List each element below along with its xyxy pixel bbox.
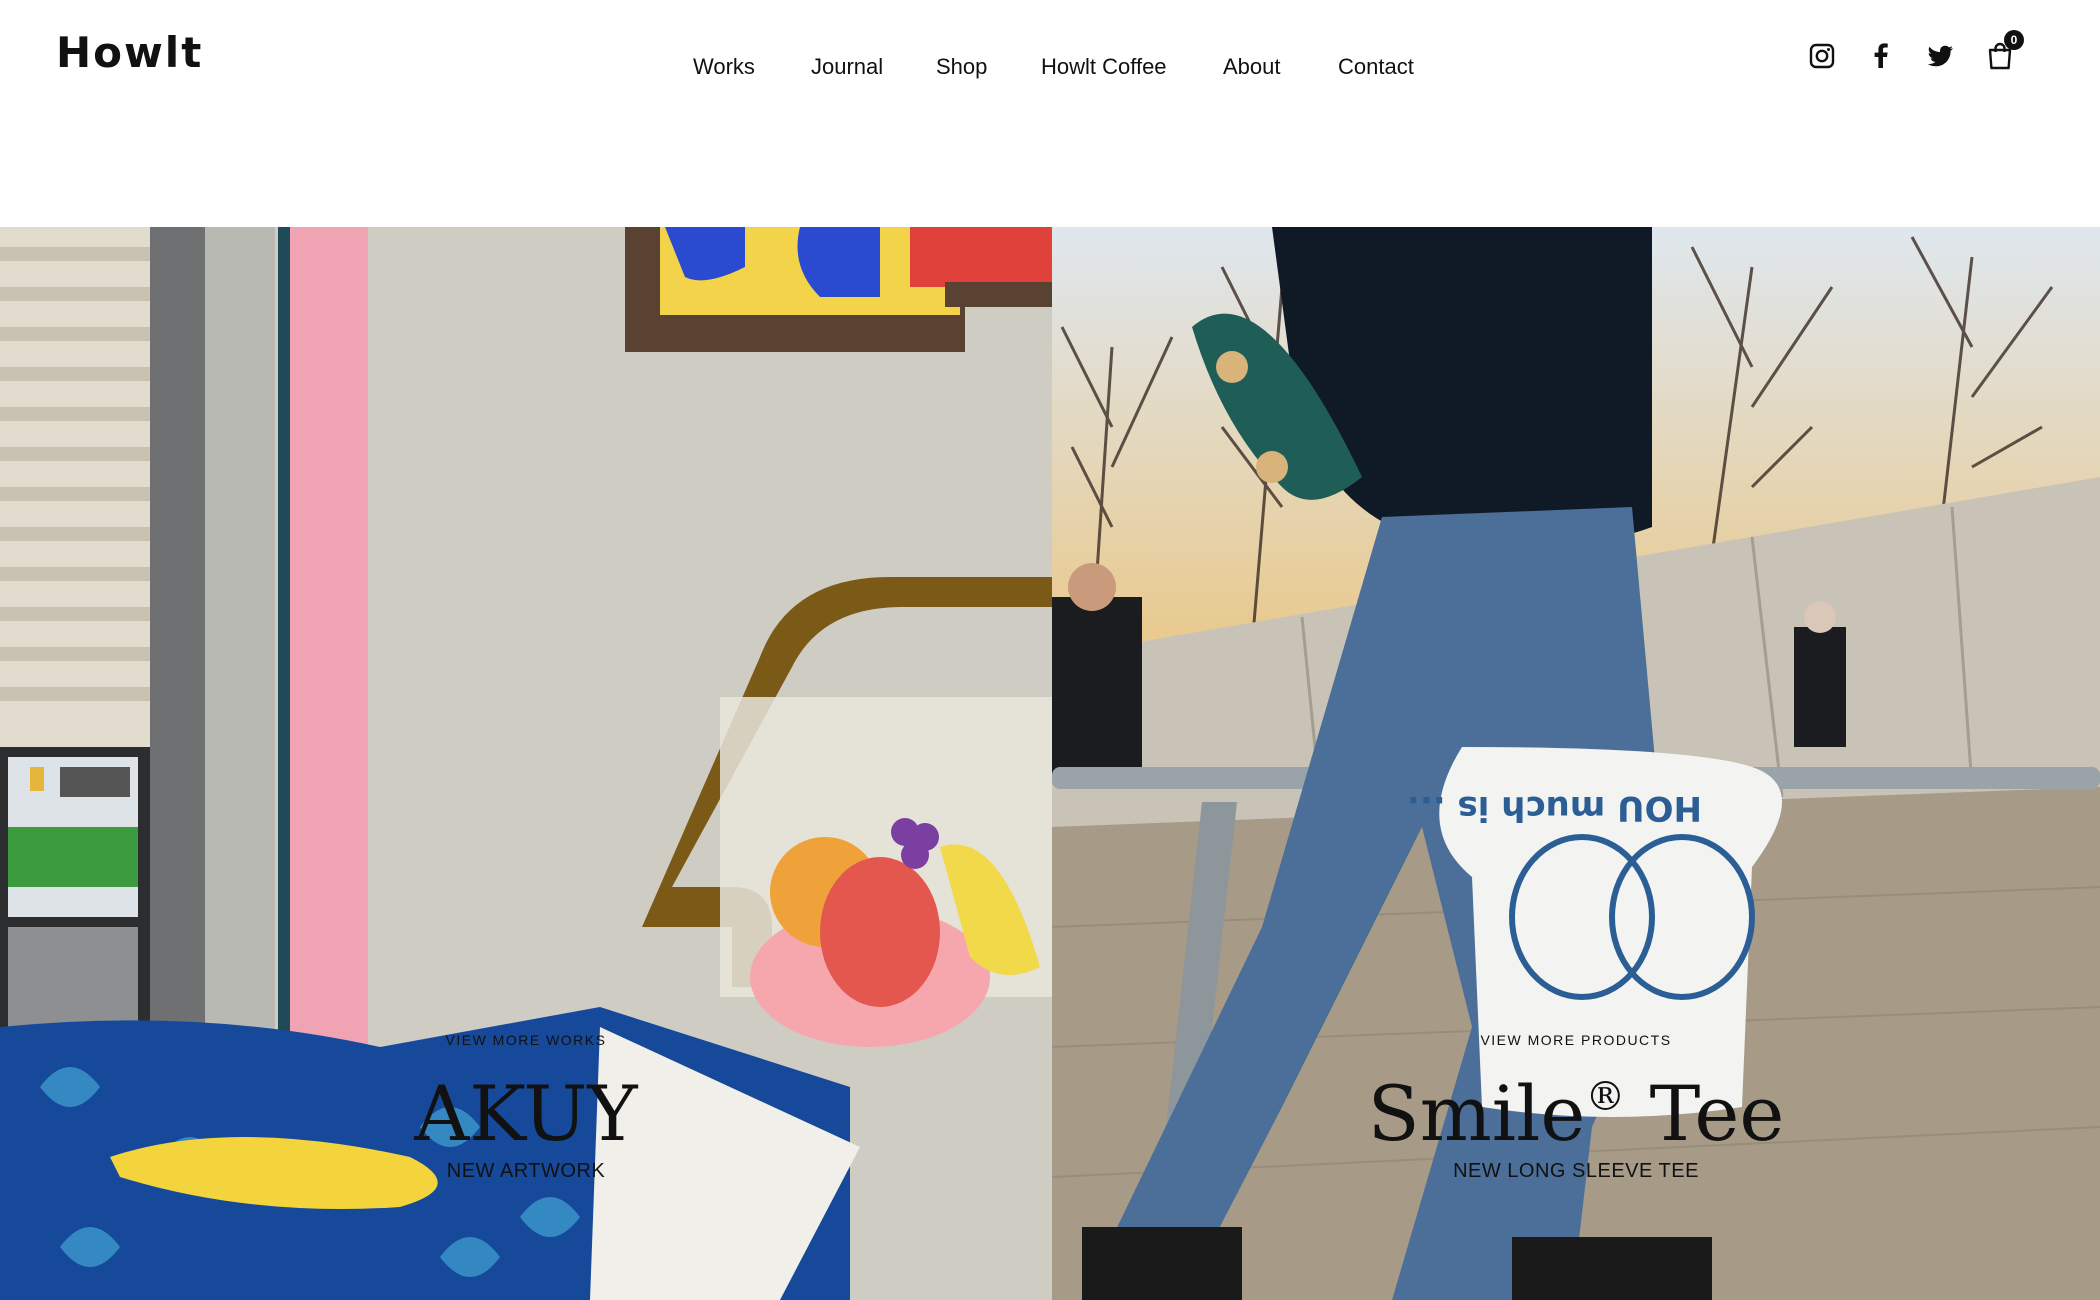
cart-count-badge: 0: [2004, 30, 2024, 50]
view-more-works-link[interactable]: VIEW MORE WORKS: [446, 1032, 607, 1048]
hero-panel-artwork[interactable]: VIEW MORE WORKS AKUY NEW ARTWORK: [0, 227, 1052, 1300]
hero-title-product-name: Smile: [1367, 1069, 1586, 1158]
nav-item-journal[interactable]: Journal: [811, 50, 883, 84]
svg-text:HOU much is ...: HOU much is ...: [1407, 788, 1702, 828]
hero-subtitle-product: NEW LONG SLEEVE TEE: [1453, 1160, 1699, 1182]
nav-item-howlt-coffee[interactable]: Howlt Coffee: [1041, 50, 1167, 84]
hero-subtitle-artwork: NEW ARTWORK: [446, 1160, 606, 1182]
shopping-bag-icon[interactable]: 0: [1982, 30, 2024, 74]
hero-panel-product[interactable]: HOU much is ... VIEW MORE PRODUCTS Smile…: [1052, 227, 2100, 1300]
nav-item-about[interactable]: About: [1223, 50, 1281, 84]
hero-title-product-suffix: Tee: [1625, 1069, 1785, 1158]
site-header: Howlt Works Journal Shop Howlt Coffee Ab…: [0, 0, 2100, 227]
view-more-products-link[interactable]: VIEW MORE PRODUCTS: [1480, 1032, 1671, 1048]
hero-title-product: Smile® Tee: [1052, 1072, 2100, 1156]
nav-item-contact[interactable]: Contact: [1338, 50, 1414, 84]
hero-caption-product: VIEW MORE PRODUCTS Smile® Tee NEW LONG S…: [1052, 1032, 2100, 1183]
twitter-icon[interactable]: [1922, 38, 1958, 74]
facebook-icon[interactable]: [1863, 38, 1899, 74]
header-icons: 0: [1804, 30, 2044, 74]
hero-title-artwork: AKUY: [414, 1069, 638, 1158]
registered-mark: ®: [1585, 1074, 1626, 1120]
hero-caption-artwork: VIEW MORE WORKS AKUY NEW ARTWORK: [0, 1032, 1052, 1183]
main-nav: Works Journal Shop Howlt Coffee About Co…: [0, 50, 2100, 84]
nav-item-works[interactable]: Works: [693, 50, 755, 84]
nav-item-shop[interactable]: Shop: [936, 50, 987, 84]
instagram-icon[interactable]: [1804, 38, 1840, 74]
